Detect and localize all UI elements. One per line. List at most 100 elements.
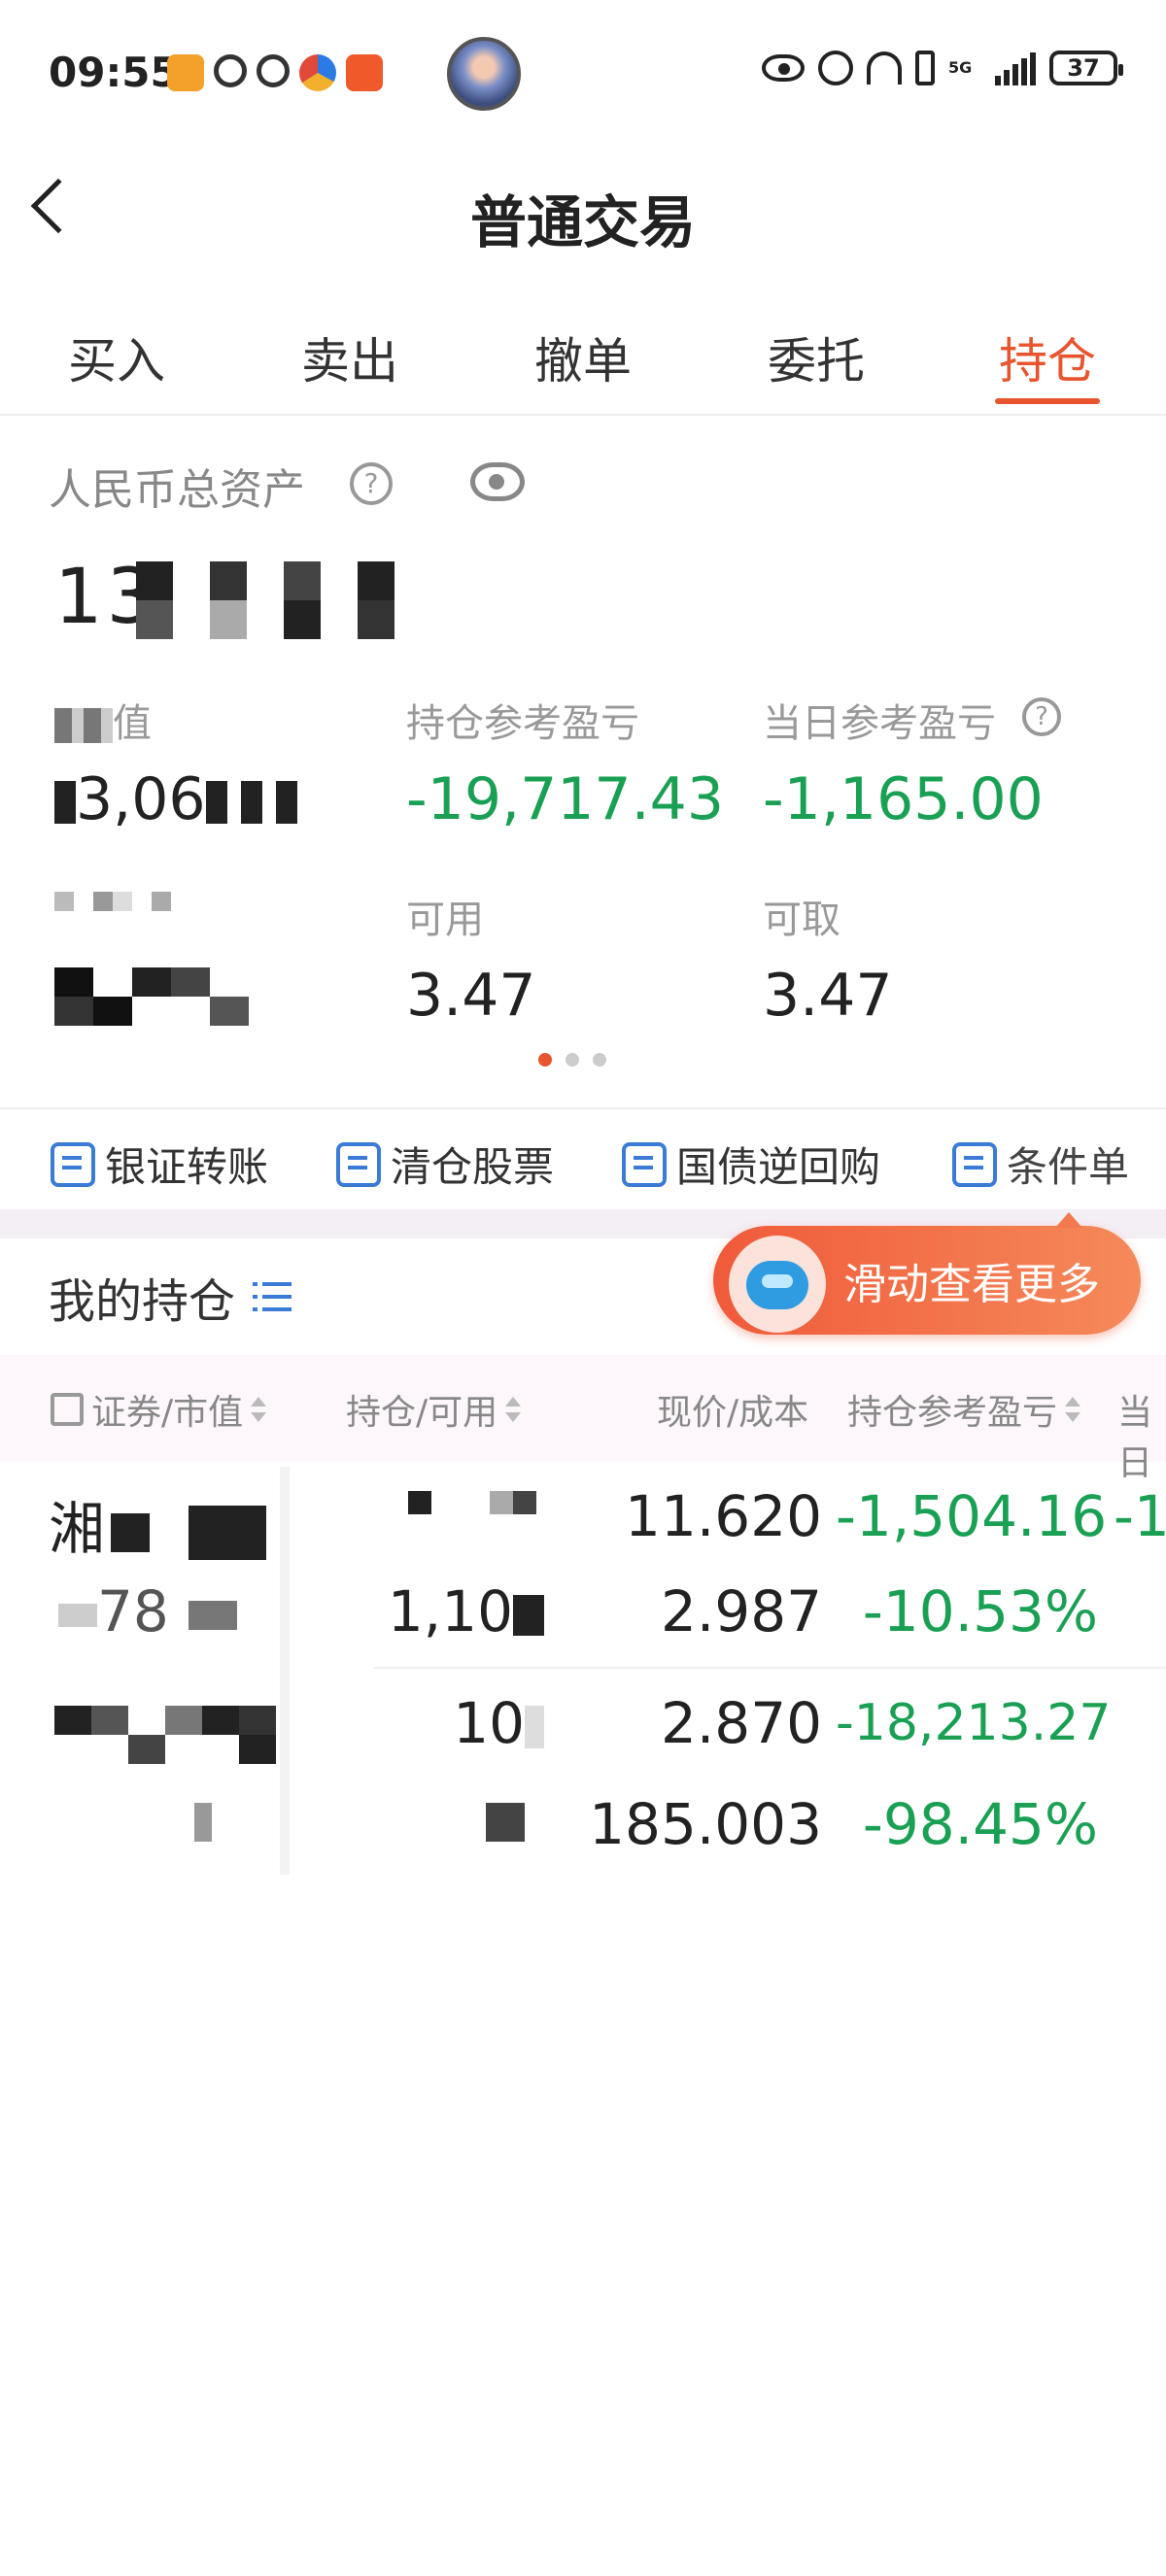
app-swirl-icon [214, 54, 247, 87]
help-icon[interactable]: ? [350, 462, 393, 505]
assets-panel[interactable]: 人民币总资产 ? 13 值 持仓参考盈亏 当日参考盈亏 ? 3,06 -19,7… [0, 418, 1166, 1107]
reverse-repo-button[interactable]: 国债逆回购 [622, 1135, 880, 1194]
redacted-label [54, 892, 190, 931]
redacted-market-value [194, 1803, 220, 1842]
redacted-security-name [54, 1706, 278, 1764]
document-icon [952, 1141, 997, 1187]
signal-icon [995, 51, 1036, 85]
cost-price: 2.987 [660, 1578, 822, 1644]
edit-icon[interactable] [51, 1393, 84, 1426]
battery-icon: 37 [1049, 51, 1123, 85]
tab-sell[interactable]: 卖出 [262, 322, 437, 392]
market-value: 3,06 [54, 765, 303, 833]
col-pnl-label: 持仓参考盈亏 [847, 1393, 1058, 1433]
clear-stocks-button[interactable]: 清仓股票 [336, 1135, 554, 1194]
status-time: 09:55 [49, 49, 179, 96]
bank-transfer-button[interactable]: 银证转账 [51, 1135, 268, 1194]
holdings-table-header: 证券/市值 持仓/可用 现价/成本 持仓参考盈亏 当日 [0, 1355, 1166, 1483]
redacted-value [54, 967, 249, 1026]
daily-pnl-help-icon[interactable]: ? [1022, 697, 1061, 736]
network-type: 5G [948, 58, 973, 77]
trade-tabs: 买入 卖出 撤单 委托 持仓 [0, 301, 1166, 416]
position-pnl-value: -19,717.43 [406, 765, 725, 833]
nav-header: 普通交易 [0, 146, 1166, 287]
tab-holdings[interactable]: 持仓 [960, 322, 1135, 392]
col-price[interactable]: 现价/成本 [657, 1384, 808, 1435]
position-pnl-label: 持仓参考盈亏 [406, 701, 639, 746]
battery-level: 37 [1067, 54, 1100, 82]
position-pnl-pct: -10.53% [862, 1578, 1098, 1644]
device-battery-icon [915, 51, 935, 85]
daily-pnl-value: -1,165.00 [763, 765, 1044, 833]
page-indicator[interactable] [538, 1053, 606, 1067]
eye-icon [762, 54, 805, 82]
col-security[interactable]: 证券/市值 [51, 1384, 267, 1435]
security-market-value: 78 [58, 1578, 237, 1644]
holdings-title-text: 我的持仓 [49, 1274, 236, 1329]
clear-stocks-label: 清仓股票 [391, 1143, 555, 1191]
tab-buy[interactable]: 买入 [29, 322, 204, 392]
position-pnl: -18,213.27 [836, 1694, 1112, 1752]
app-heart-icon [167, 54, 204, 91]
page-dot-1[interactable] [538, 1053, 552, 1067]
system-icons: 5G 37 [762, 51, 1123, 85]
conditional-order-button[interactable]: 条件单 [952, 1135, 1129, 1194]
position-quantity: 10 [369, 1690, 544, 1756]
col-position-label: 持仓/可用 [346, 1393, 498, 1433]
daily-pnl-label: 当日参考盈亏 [763, 701, 996, 746]
reverse-repo-label: 国债逆回购 [676, 1143, 881, 1191]
status-bar: 09:55 5G 37 [0, 0, 1166, 146]
position-pnl-pct: -98.45% [862, 1791, 1098, 1857]
tab-cancel[interactable]: 撤单 [496, 322, 670, 392]
conditional-order-label: 条件单 [1007, 1143, 1130, 1191]
security-name: 湘 [49, 1483, 267, 1565]
robot-mascot-icon [729, 1236, 826, 1333]
sort-icon[interactable] [505, 1397, 522, 1422]
exchange-icon [622, 1141, 667, 1187]
chart-icon [336, 1141, 381, 1187]
notification-icons [167, 54, 383, 91]
withdrawable-label: 可取 [763, 898, 840, 942]
col-position[interactable]: 持仓/可用 [346, 1384, 522, 1435]
sort-icon[interactable] [251, 1397, 267, 1422]
page-title: 普通交易 [469, 189, 696, 255]
total-assets-label: 人民币总资产 [49, 465, 305, 515]
redacted-position [408, 1491, 544, 1540]
col-price-label: 现价/成本 [657, 1393, 809, 1433]
transfer-icon [51, 1141, 95, 1187]
scroll-hint-text: 滑动查看更多 [843, 1260, 1100, 1309]
app-send-icon [346, 54, 383, 91]
market-value-label: 值 [54, 692, 152, 748]
available-label: 可用 [406, 898, 484, 942]
current-price: 11.620 [625, 1483, 822, 1549]
app-colorful-icon [299, 54, 336, 91]
col-pnl[interactable]: 持仓参考盈亏 [847, 1384, 1081, 1435]
tab-orders[interactable]: 委托 [729, 322, 904, 392]
available-value: 3.47 [406, 962, 536, 1030]
headphones-icon [867, 51, 902, 85]
holdings-title[interactable]: 我的持仓 [49, 1263, 292, 1331]
visibility-eye-icon[interactable] [470, 462, 525, 501]
page-dot-3[interactable] [593, 1053, 606, 1067]
alarm-icon [818, 51, 853, 85]
list-icon[interactable] [253, 1280, 292, 1313]
redacted-available [486, 1803, 525, 1842]
cost-price: 185.003 [589, 1791, 822, 1857]
col-security-label: 证券/市值 [91, 1393, 244, 1433]
table-row[interactable]: 10 2.870 185.003 -18,213.27 -98.45% [0, 1669, 1166, 1873]
current-price: 2.870 [660, 1690, 822, 1756]
daily-pnl-partial: -1 [1114, 1483, 1166, 1549]
app-swirl-icon-2 [257, 54, 290, 87]
quick-actions: 银证转账 清仓股票 国债逆回购 条件单 [0, 1107, 1166, 1209]
withdrawable-value: 3.47 [763, 962, 893, 1030]
position-pnl: -1,504.16 [836, 1483, 1108, 1549]
floating-avatar[interactable] [447, 37, 521, 111]
table-row[interactable]: 湘 78 1,10 11.620 2.987 -1,504.16 -10.53%… [0, 1462, 1166, 1666]
redaction-mosaic [136, 561, 398, 639]
page-dot-2[interactable] [566, 1053, 579, 1067]
available-quantity: 1,10 [369, 1578, 544, 1644]
scroll-hint-tooltip[interactable]: 滑动查看更多 [713, 1212, 1141, 1335]
bank-transfer-label: 银证转账 [105, 1143, 269, 1191]
sort-icon[interactable] [1065, 1397, 1081, 1422]
tab-active-indicator [995, 398, 1100, 404]
